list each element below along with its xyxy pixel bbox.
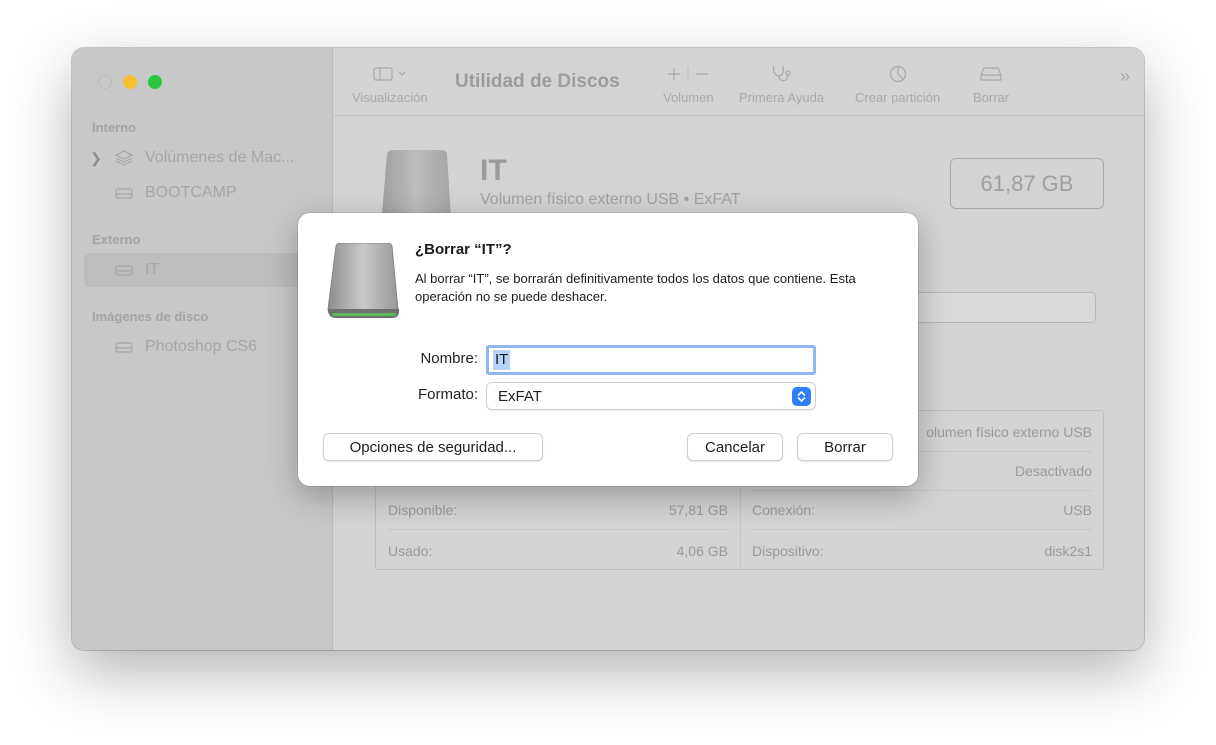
- sidebar-section-internal: Interno: [92, 120, 137, 135]
- info-row-device: Dispositivo: disk2s1: [752, 531, 1092, 570]
- format-select[interactable]: ExFAT: [486, 382, 816, 410]
- sidebar-item-bootcamp[interactable]: BOOTCAMP: [84, 176, 322, 210]
- info-row-available: Disponible: 57,81 GB: [388, 491, 728, 530]
- drive-icon: [112, 185, 136, 201]
- view-button[interactable]: Visualización: [352, 62, 428, 105]
- first-aid-button[interactable]: Primera Ayuda: [739, 62, 824, 105]
- info-label: Usado:: [388, 542, 433, 559]
- sidebar-item-mac-volumes[interactable]: ❯ Volúmenes de Mac...: [84, 141, 322, 175]
- format-label: Formato:: [417, 386, 478, 403]
- minimize-window-button[interactable]: [123, 75, 137, 89]
- format-select-value: ExFAT: [498, 387, 542, 405]
- sidebar-item-label: BOOTCAMP: [145, 184, 237, 201]
- sidebar-toggle-icon: [373, 62, 407, 86]
- info-row-connection: Conexión: USB: [752, 491, 1092, 530]
- sidebar-section-disk-images: Imágenes de disco: [92, 309, 209, 324]
- info-value: disk2s1: [1044, 542, 1092, 559]
- info-label: Conexión:: [752, 502, 816, 518]
- erase-toolbar-button[interactable]: Borrar: [973, 62, 1009, 105]
- volume-name: IT: [480, 154, 507, 187]
- sidebar-item-label: IT: [145, 261, 160, 278]
- sidebar-item-it[interactable]: IT: [84, 253, 322, 287]
- drive-icon: [112, 339, 136, 355]
- external-drive-icon: [326, 242, 402, 321]
- name-input-value: IT: [493, 350, 511, 370]
- sidebar-section-external: Externo: [92, 232, 141, 247]
- sidebar: Interno ❯ Volúmenes de Mac... BOOTCAMP E…: [72, 48, 333, 650]
- sidebar-item-label: Volúmenes de Mac...: [145, 149, 295, 166]
- erase-dialog: ¿Borrar “IT”? Al borrar “IT”, se borrará…: [298, 213, 918, 486]
- volume-capacity: 61,87 GB: [950, 158, 1104, 209]
- erase-toolbar-label: Borrar: [973, 90, 1010, 105]
- volume-description: Volumen físico externo USB • ExFAT: [480, 191, 741, 208]
- name-label: Nombre:: [420, 350, 478, 367]
- toolbar: Visualización Utilidad de Discos Volumen…: [334, 48, 1144, 116]
- sidebar-item-photoshop-cs6[interactable]: Photoshop CS6: [84, 330, 322, 364]
- maximize-window-button[interactable]: [148, 75, 162, 89]
- plus-minus-icon: [666, 62, 710, 86]
- drive-icon: [112, 262, 136, 278]
- partition-button-label: Crear partición: [855, 90, 941, 105]
- info-row-used: Usado: 4,06 GB: [388, 531, 728, 570]
- view-button-label: Visualización: [352, 90, 428, 105]
- chevron-up-down-icon: [792, 387, 811, 406]
- toolbar-overflow-icon[interactable]: »: [1120, 66, 1130, 87]
- volume-button-label: Volumen: [663, 90, 714, 105]
- info-value: Desactivado: [1014, 463, 1092, 479]
- partition-button[interactable]: Crear partición: [855, 62, 940, 105]
- info-value: 4,06 GB: [676, 542, 728, 559]
- dialog-message: Al borrar “IT”, se borrarán definitivame…: [415, 271, 856, 304]
- cancel-button[interactable]: Cancelar: [687, 433, 783, 461]
- name-input[interactable]: IT: [486, 345, 816, 375]
- pie-chart-icon: [888, 62, 908, 86]
- stethoscope-icon: [770, 62, 794, 86]
- info-value: 57,81 GB: [668, 502, 728, 518]
- volume-button[interactable]: Volumen: [663, 62, 714, 105]
- security-options-button[interactable]: Opciones de seguridad...: [323, 433, 543, 461]
- eraser-drive-icon: [980, 62, 1002, 86]
- dialog-title: ¿Borrar “IT”?: [415, 241, 512, 258]
- info-value: olumen físico externo USB: [926, 424, 1092, 440]
- chevron-right-icon[interactable]: ❯: [84, 150, 108, 167]
- info-value: USB: [1063, 502, 1092, 518]
- info-label: Dispositivo:: [752, 542, 824, 559]
- info-label: Disponible:: [388, 502, 458, 518]
- first-aid-button-label: Primera Ayuda: [739, 90, 825, 105]
- close-window-button[interactable]: [98, 75, 112, 89]
- app-title: Utilidad de Discos: [455, 71, 620, 92]
- sidebar-item-label: Photoshop CS6: [145, 338, 258, 355]
- erase-button[interactable]: Borrar: [797, 433, 893, 461]
- layers-icon: [112, 150, 136, 166]
